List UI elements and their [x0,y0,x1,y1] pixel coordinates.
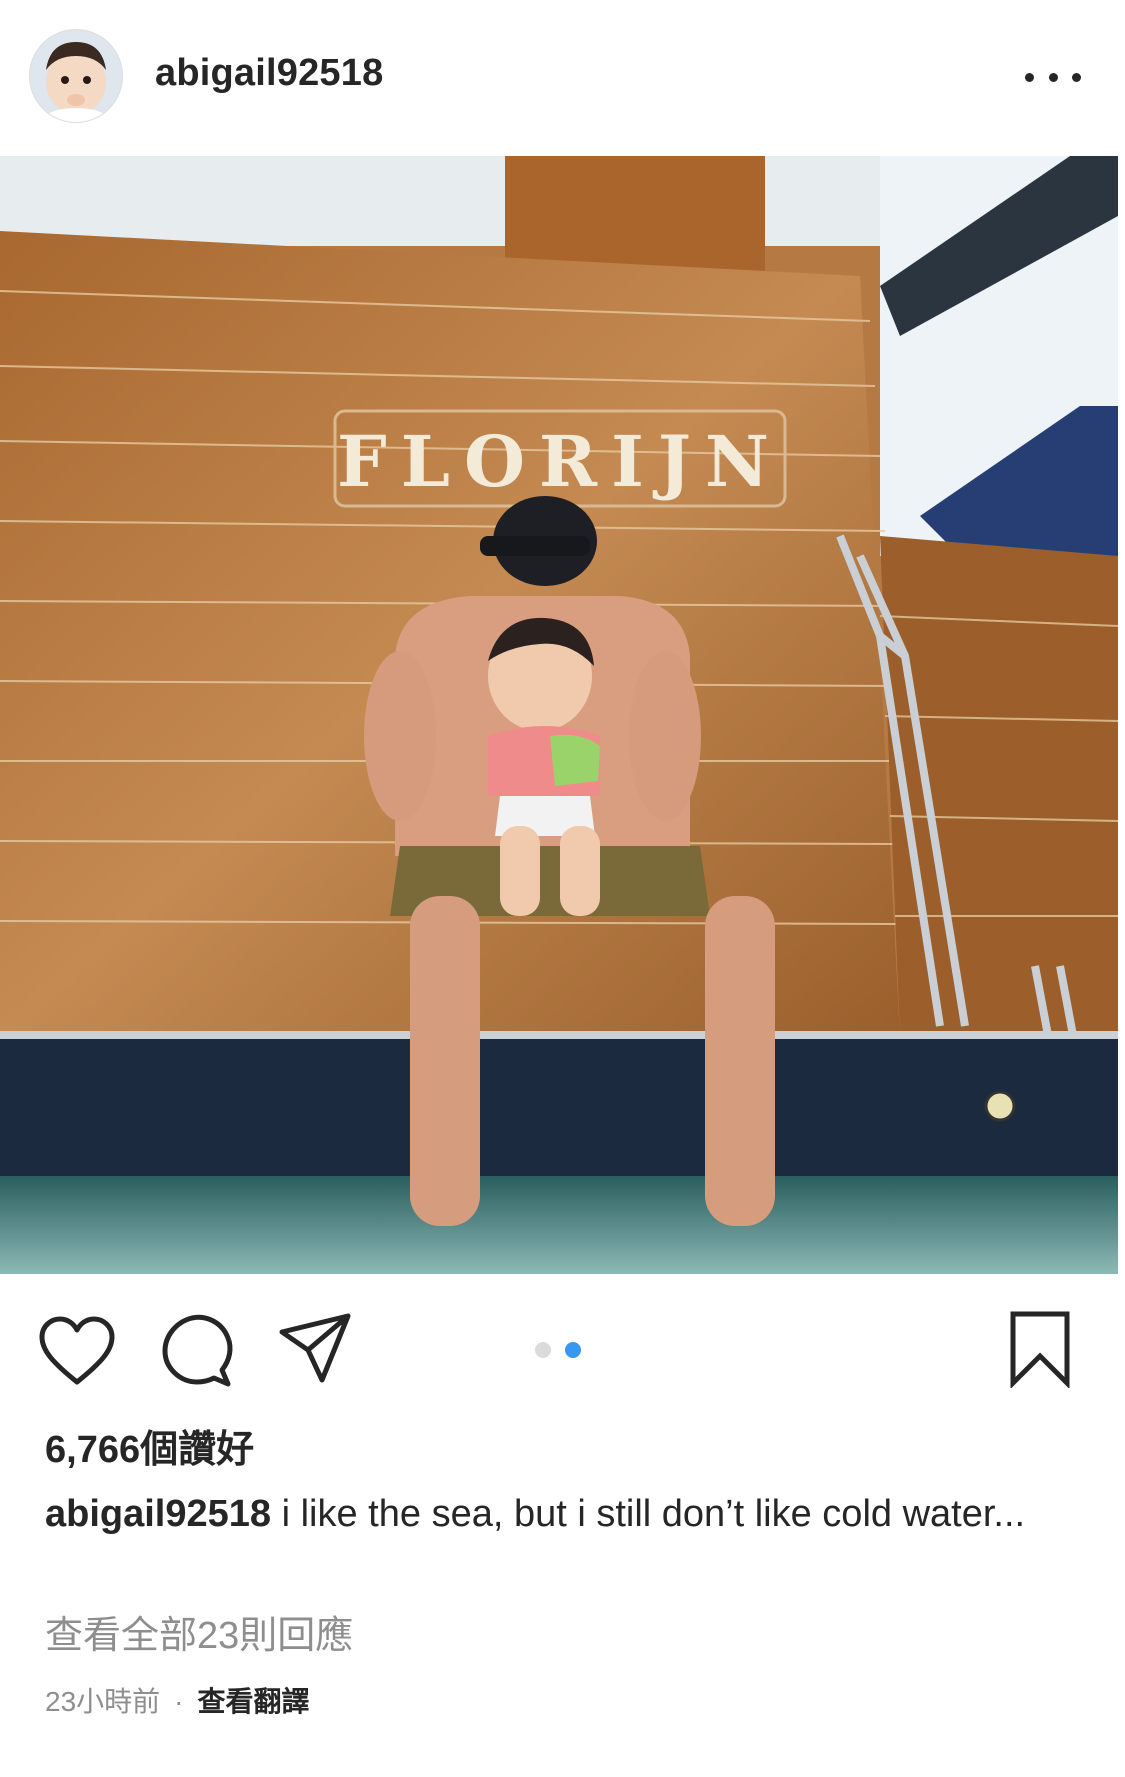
save-button[interactable] [1008,1310,1072,1390]
carousel-dot-active [565,1342,581,1358]
carousel-dot [535,1342,551,1358]
like-button[interactable] [38,1316,116,1388]
comment-icon [162,1314,233,1387]
carousel-indicator [535,1342,585,1360]
post-action-bar [0,1274,1125,1424]
see-translation-link[interactable]: 查看翻譯 [197,1686,309,1717]
meta-separator: · [174,1686,184,1717]
baby-avatar-icon [30,30,122,122]
caption-username[interactable]: abigail92518 [45,1493,271,1535]
more-options-button[interactable] [1025,62,1081,92]
view-all-comments-link[interactable]: 查看全部23則回應 [45,1604,353,1659]
avatar[interactable] [30,30,122,122]
more-icon [1072,72,1081,82]
post-photo-illustration: FLORIJN [0,156,1118,1274]
share-icon [279,1313,351,1383]
heart-icon [39,1316,115,1385]
post-username[interactable]: abigail92518 [155,52,383,95]
comment-button[interactable] [160,1312,234,1390]
more-icon [1025,72,1034,82]
post-header: abigail92518 [0,0,1125,156]
post-caption: abigail92518 i like the sea, but i still… [45,1490,1085,1538]
share-button[interactable] [278,1310,352,1384]
more-icon [1048,72,1058,82]
post-photo[interactable]: FLORIJN [0,156,1118,1274]
caption-text: i like the sea, but i still don’t like c… [281,1493,1026,1535]
post-meta: 23小時前 · 查看翻譯 [45,1680,310,1720]
boat-name-text: FLORIJN [337,420,783,503]
post-timestamp: 23小時前 [45,1686,161,1717]
likes-count[interactable]: 6,766個讚好 [45,1418,254,1473]
bookmark-icon [1010,1311,1070,1390]
